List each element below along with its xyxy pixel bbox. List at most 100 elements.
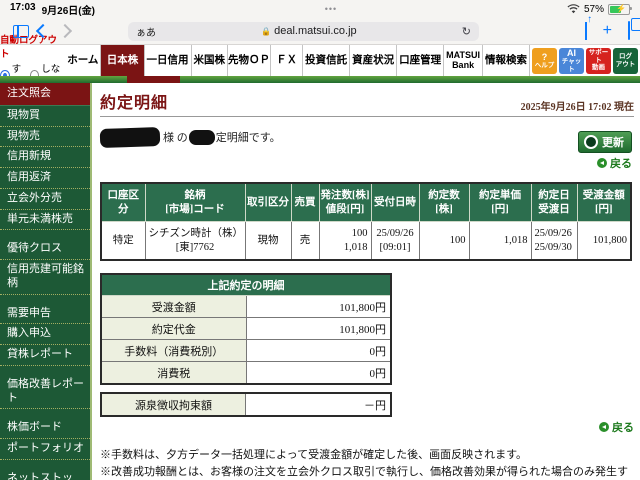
back-link-top[interactable]: 戻る (597, 155, 632, 171)
sidebar-item-purchase-apply[interactable]: 購入申込 (0, 324, 90, 345)
sidebar-item-margin-new[interactable]: 信用新規 (0, 147, 90, 168)
address-bar[interactable]: ぁあ 🔒 deal.matsui.co.jp ↻ (128, 21, 479, 41)
table-row: 消費税 0円 (100, 361, 392, 385)
detail-value: 101,800円 (245, 295, 392, 318)
main-content: 約定明細 2025年9月26日 17:02 現在 様 の 定明細です。 更新 戻… (92, 83, 640, 480)
col-settlement-amount: 受渡金額[円] (576, 182, 632, 222)
withholding-value: －円 (245, 392, 392, 417)
tab-futures-op[interactable]: 先物ＯＰ (228, 45, 272, 76)
sidebar-item-stock-lending-report[interactable]: 貸株レポート (0, 345, 90, 366)
col-account-type: 口座区分 (100, 182, 146, 222)
sidebar-item-stock-board[interactable]: 株価ボード (0, 418, 90, 439)
new-tab-icon[interactable]: + (603, 23, 612, 39)
tab-info-search[interactable]: 情報検索 (483, 45, 530, 76)
redaction-mark (99, 126, 161, 148)
sidebar-item-cash-sell[interactable]: 現物売 (0, 127, 90, 148)
tab-day-margin[interactable]: 一日信用 (145, 45, 192, 76)
redaction-mark (188, 129, 215, 145)
detail-value: 101,800円 (245, 317, 392, 340)
back-link-bottom[interactable]: 戻る (100, 419, 634, 435)
col-order-qty-price: 発注数[株] 値段[円] (318, 182, 372, 222)
detail-value: 0円 (245, 339, 392, 362)
update-button[interactable]: 更新 (578, 131, 632, 153)
owner-line-mid: 様 の (163, 132, 188, 144)
sidebar-item-cash-buy[interactable]: 現物買 (0, 106, 90, 127)
col-executed-price: 約定単価[円] (468, 182, 532, 222)
share-icon[interactable] (584, 22, 587, 40)
tab-matsui-bank[interactable]: MATSUI Bank (444, 45, 483, 76)
back-arrow-icon (599, 422, 609, 432)
sidebar-item-yutai-cross[interactable]: 優待クロス (0, 239, 90, 260)
cell-issue: シチズン時計（株） [東]7762 (144, 221, 246, 261)
status-bar: 17:03 9月26日(金) ••• 57% ⚡ (0, 0, 640, 18)
browser-toolbar: ぁあ 🔒 deal.matsui.co.jp ↻ + (0, 18, 640, 45)
cell-accepted-at: 25/09/26 [09:01] (370, 221, 420, 261)
col-buy-sell: 売買 (290, 182, 320, 222)
tab-us-stocks[interactable]: 米国株 (192, 45, 229, 76)
sidebar-item-price-improvement-report[interactable]: 価格改善レポート (0, 375, 90, 410)
cell-executed-price: 1,018 (468, 221, 532, 261)
cell-account-type: 特定 (100, 221, 146, 261)
col-issue: 銘柄 [市場]コード (144, 182, 246, 222)
ai-chat-button[interactable]: AI チャット (559, 47, 584, 74)
multitask-dots: ••• (324, 4, 338, 14)
detail-label: 手数料（消費税別） (100, 339, 247, 362)
tab-fx[interactable]: ＦＸ (271, 45, 304, 76)
logout-button[interactable]: ログ アウト (613, 47, 638, 74)
cell-order-qty-price: 100 1,018 (318, 221, 372, 261)
withholding-table: 源泉徴収拘束額 －円 (100, 392, 392, 417)
sidebar-item-demand-declaration[interactable]: 需要申告 (0, 304, 90, 325)
reader-options-button[interactable]: ぁあ (136, 24, 156, 39)
screen: 17:03 9月26日(金) ••• 57% ⚡ ぁあ 🔒 deal.matsu… (0, 0, 640, 480)
detail-table-title: 上記約定の明細 (100, 273, 392, 296)
owner-line-end: 定明細です。 (215, 132, 281, 144)
owner-line: 様 の 定明細です。 (99, 126, 634, 148)
execution-detail-table: 上記約定の明細 受渡金額 101,800円 約定代金 101,800円 手数料（… (100, 273, 392, 385)
page-title: 約定明細 (100, 95, 169, 112)
as-of-timestamp: 2025年9月26日 17:02 現在 (520, 102, 634, 113)
sidebar-item-order-inquiry[interactable]: 注文照会 (0, 83, 90, 106)
tab-japan-stocks[interactable]: 日本株 (101, 45, 145, 76)
active-tab-marker (127, 76, 180, 83)
wifi-icon (567, 4, 580, 14)
sidebar-item-short-sellable[interactable]: 信用売建可能銘柄 (0, 260, 90, 295)
tab-account-mgmt[interactable]: 口座管理 (397, 45, 445, 76)
table-row: 約定代金 101,800円 (100, 317, 392, 340)
footnote-fee: ※手数料は、夕方データ一括処理によって受渡金額が確定した後、画面反映されます。 (100, 449, 528, 461)
sidebar-item-margin-repay[interactable]: 信用返済 (0, 168, 90, 189)
col-trade-type: 取引区分 (244, 182, 292, 222)
support-video-button[interactable]: サポート 動画 (586, 47, 611, 74)
col-exec-settle-date: 約定日 受渡日 (530, 182, 578, 222)
battery-icon: ⚡ (608, 3, 632, 15)
footnotes: ※手数料は、夕方データ一括処理によって受渡金額が確定した後、画面反映されます。 … (100, 447, 634, 480)
battery-percent: 57% (583, 3, 604, 15)
sidebar-item-offhours-sale[interactable]: 立会外分売 (0, 189, 90, 210)
detail-value: 0円 (245, 361, 392, 385)
sidebar-item-netstock-highspeed[interactable]: ネットストック・ハイスピード (0, 469, 90, 480)
lock-icon: 🔒 (261, 26, 272, 36)
help-button[interactable]: ? ヘルプ (532, 47, 557, 74)
sidebar-item-portfolio[interactable]: ポートフォリオ (0, 439, 90, 460)
detail-label: 受渡金額 (100, 295, 247, 318)
table-row: 手数料（消費税別） 0円 (100, 339, 392, 362)
col-executed-qty: 約定数[株] (418, 182, 470, 222)
cell-trade-type: 現物 (244, 221, 292, 261)
cell-exec-settle-date: 25/09/26 25/09/30 (530, 221, 578, 261)
table-row: 源泉徴収拘束額 －円 (100, 392, 392, 417)
tab-home[interactable]: ホーム (65, 45, 102, 76)
cell-executed-qty: 100 (418, 221, 470, 261)
tab-asset-status[interactable]: 資産状況 (350, 45, 398, 76)
tabs-icon[interactable] (628, 21, 630, 40)
execution-table: 口座区分 銘柄 [市場]コード 取引区分 売買 発注数[株] 値段[円] 受付日時 … (100, 182, 632, 261)
nav-underline-strip (0, 76, 640, 83)
sidebar-item-odd-lot-sell[interactable]: 単元未満株売 (0, 210, 90, 231)
url-text: deal.matsui.co.jp (274, 25, 357, 37)
status-date: 9月26日(金) (41, 5, 95, 17)
table-row: 特定 シチズン時計（株） [東]7762 現物 売 100 1,018 25/09/… (100, 221, 632, 261)
reload-icon[interactable]: ↻ (462, 25, 471, 38)
sidebar: 注文照会 現物買 現物売 信用新規 信用返済 立会外分売 単元未満株売 優待クロ… (0, 83, 92, 480)
tab-mutual-funds[interactable]: 投資信託 (303, 45, 351, 76)
detail-label: 消費税 (100, 361, 247, 385)
cell-buy-sell: 売 (290, 221, 320, 261)
table-header-row: 口座区分 銘柄 [市場]コード 取引区分 売買 発注数[株] 値段[円] 受付日時 … (100, 182, 632, 222)
